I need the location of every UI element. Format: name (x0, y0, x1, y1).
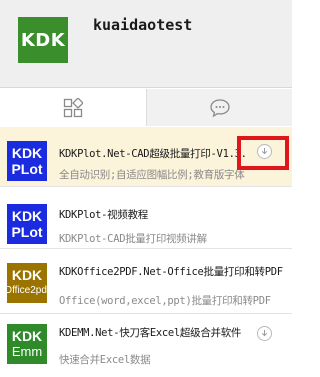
kdemm-app-icon: KDK Emm (7, 324, 47, 364)
icon-line1: KDK (11, 267, 43, 283)
icon-line2: PLot (11, 161, 43, 177)
download-button[interactable] (257, 326, 272, 341)
kdkplot-video-app-icon: KDK PLot (7, 204, 47, 244)
list-item[interactable]: KDK Office2pdf KDKOffice2PDF.Net-Office批… (0, 249, 292, 314)
item-title: KDEMM.Net-快刀客Excel超级合并软件 (59, 327, 242, 339)
icon-line1: KDK (11, 145, 43, 161)
item-title: KDKPlot.Net-CAD超级批量打印-V1.3. (59, 148, 247, 160)
apps-grid-icon (63, 97, 83, 117)
kdkoffice2pdf-app-icon: KDK Office2pdf (4, 263, 50, 303)
kdkplot-app-icon: KDK PLot (7, 141, 47, 181)
icon-line2: Emm (11, 344, 43, 359)
chat-bubble-icon (209, 98, 230, 117)
tab-apps[interactable] (0, 89, 146, 126)
highlight-annotation-box (237, 136, 289, 170)
app-logo: KDK (18, 17, 68, 63)
icon-line2: Office2pdf (4, 285, 50, 296)
item-description: 快速合并Excel数据 (59, 354, 151, 366)
item-title: KDKOffice2PDF.Net-Office批量打印和转PDF (59, 266, 283, 278)
icon-line2: PLot (11, 224, 43, 240)
list-item[interactable]: KDK PLot KDKPlot-视频教程 KDKPlot-CAD批量打印视频讲… (0, 187, 292, 249)
item-description: KDKPlot-CAD批量打印视频讲解 (59, 233, 207, 245)
download-icon (261, 330, 268, 337)
profile-header: KDK kuaidaotest (0, 0, 292, 88)
user-name: kuaidaotest (93, 16, 193, 34)
icon-line1: KDK (11, 328, 43, 344)
icon-line1: KDK (11, 208, 43, 224)
item-title: KDKPlot-视频教程 (59, 209, 148, 221)
item-description: Office(word,excel,ppt)批量打印和转PDF (59, 295, 271, 307)
tab-chat[interactable] (146, 89, 292, 126)
list-item[interactable]: KDK Emm KDEMM.Net-快刀客Excel超级合并软件 快速合并Exc… (0, 314, 292, 377)
tab-bar (0, 89, 292, 126)
item-description: 全自动识别;自适应图幅比例;教育版字体 (59, 169, 245, 181)
